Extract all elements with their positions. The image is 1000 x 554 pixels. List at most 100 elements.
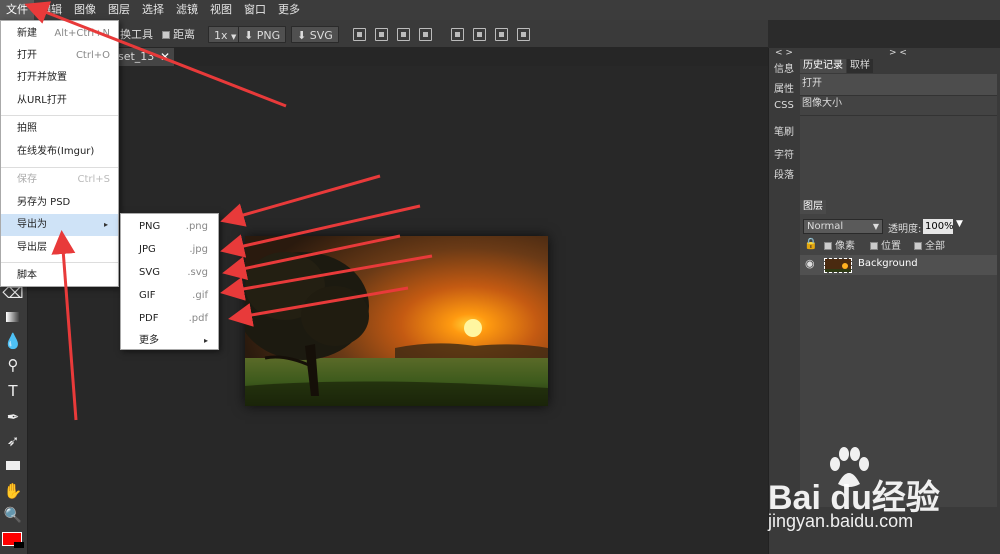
blur-icon[interactable]: 💧 (2, 330, 24, 352)
canvas-image[interactable] (245, 236, 548, 406)
menu-item-photo[interactable]: 拍照 (1, 118, 118, 140)
lock-pixels-toggle[interactable]: 像素 (824, 237, 855, 252)
lock-position-checkbox[interactable] (870, 242, 878, 250)
zoom-icon[interactable]: 🔍 (2, 504, 24, 526)
hand-icon[interactable]: ✋ (2, 480, 24, 502)
menu-item-publish-imgur[interactable]: 在线发布(Imgur) (1, 141, 118, 163)
menu-item-export-layers[interactable]: 导出层 (1, 237, 118, 259)
zoom-value: 1x (214, 29, 228, 42)
watermark-url: jingyan.baidu.com (768, 511, 914, 531)
lock-all-toggle[interactable]: 全部 (914, 237, 945, 252)
menu-filter[interactable]: 滤镜 (170, 0, 204, 20)
menu-view[interactable]: 视图 (204, 0, 238, 20)
distance-toggle[interactable]: 距离 (162, 26, 195, 43)
background-color-swatch[interactable] (14, 542, 24, 548)
menu-item-label: 导出层 (17, 242, 47, 253)
document-tab[interactable]: set_13 ✕ (118, 48, 174, 66)
align-left-icon[interactable] (353, 28, 366, 41)
tab-layers[interactable]: 图层 (800, 200, 826, 214)
align-top-icon[interactable] (451, 28, 464, 41)
menu-window[interactable]: 窗口 (238, 0, 272, 20)
menu-item-label: 打开并放置 (17, 72, 67, 83)
extension-label: .svg (187, 267, 208, 278)
distance-checkbox[interactable] (162, 31, 170, 39)
menu-item-label: 导出为 (17, 219, 47, 230)
history-list: 打开 图像大小 (800, 74, 997, 236)
menu-image[interactable]: 图像 (68, 0, 102, 20)
export-gif-item[interactable]: GIF .gif (121, 284, 218, 307)
file-menu-dropdown: 新建 Alt+Ctrl+N 打开 Ctrl+O 打开并放置 从URL打开 拍照 在线… (0, 20, 119, 287)
menu-divider (1, 167, 118, 168)
history-entry[interactable]: 图像大小 (800, 94, 997, 116)
opacity-input[interactable]: 100% (923, 219, 954, 234)
menu-edit[interactable]: 编辑 (34, 0, 68, 20)
close-icon[interactable]: ✕ (160, 48, 170, 66)
shortcut-label: Ctrl+O (75, 50, 110, 61)
menu-item-label: 拍照 (17, 123, 37, 134)
chevron-right-icon: ▸ (203, 336, 208, 345)
chevron-down-icon[interactable]: ▼ (956, 219, 963, 229)
menu-item-scripts[interactable]: 脚本 (1, 265, 118, 287)
menu-file[interactable]: 文件 (0, 0, 34, 20)
lock-position-label: 位置 (881, 241, 901, 252)
format-label: 更多 (139, 335, 159, 346)
extension-label: .pdf (188, 313, 208, 324)
align-right-icon[interactable] (397, 28, 410, 41)
lock-all-checkbox[interactable] (914, 242, 922, 250)
tab-history[interactable]: 历史记录 (800, 59, 846, 73)
align-middle-icon[interactable] (473, 28, 486, 41)
menu-item-label: 打开 (17, 50, 37, 61)
export-svg-button[interactable]: ⬇ SVG (291, 26, 339, 43)
menu-item-save[interactable]: 保存 Ctrl+S (1, 169, 118, 191)
menu-item-open[interactable]: 打开 Ctrl+O (1, 45, 118, 67)
menu-item-export-as[interactable]: 导出为 ▸ (1, 214, 118, 236)
collapse-toggle[interactable]: < > (769, 48, 799, 58)
tab-character[interactable]: 字符 (769, 146, 799, 161)
menu-select[interactable]: 选择 (136, 0, 170, 20)
collapse-toggle[interactable]: > < (889, 48, 907, 58)
blend-mode-value: Normal (807, 221, 844, 232)
rectangle-shape-icon[interactable] (2, 454, 24, 476)
dodge-icon[interactable]: ⚲ (2, 354, 24, 376)
export-more-item[interactable]: 更多 ▸ (121, 329, 218, 352)
align-bottom-icon[interactable] (495, 28, 508, 41)
extension-label: .jpg (189, 244, 208, 255)
lock-pixels-checkbox[interactable] (824, 242, 832, 250)
format-label: PDF (139, 313, 159, 324)
distribute-vertical-icon[interactable] (517, 28, 530, 41)
menu-item-label: 保存 (17, 174, 37, 185)
menu-item-label: 在线发布(Imgur) (17, 146, 95, 157)
export-png-button[interactable]: ⬇ PNG (238, 26, 287, 43)
tab-swatches[interactable]: 取样 (847, 59, 873, 73)
menu-item-open-place[interactable]: 打开并放置 (1, 67, 118, 89)
align-center-icon[interactable] (375, 28, 388, 41)
lock-position-toggle[interactable]: 位置 (870, 237, 901, 252)
tab-brush[interactable]: 笔刷 (769, 123, 799, 138)
chevron-down-icon: ▼ (872, 222, 879, 231)
export-png-item[interactable]: PNG .png (121, 215, 218, 238)
distribute-horizontal-icon[interactable] (419, 28, 432, 41)
chevron-right-icon: ▸ (103, 220, 108, 229)
export-svg-item[interactable]: SVG .svg (121, 261, 218, 284)
menu-layer[interactable]: 图层 (102, 0, 136, 20)
export-pdf-item[interactable]: PDF .pdf (121, 307, 218, 330)
tab-info[interactable]: 信息 (769, 60, 799, 75)
extension-label: .gif (192, 290, 208, 301)
history-entry[interactable]: 打开 (800, 74, 997, 96)
menu-more[interactable]: 更多 (272, 0, 306, 20)
text-tool-icon[interactable]: T (2, 380, 24, 402)
blend-mode-select[interactable]: Normal ▼ (803, 219, 883, 234)
menu-item-new[interactable]: 新建 Alt+Ctrl+N (1, 23, 118, 45)
layer-thumbnail (824, 258, 852, 273)
path-select-icon[interactable]: ➶ (2, 430, 24, 452)
layer-row[interactable]: ◉ Background (800, 255, 997, 275)
tab-properties[interactable]: 属性 (769, 80, 799, 95)
tab-paragraph[interactable]: 段落 (769, 166, 799, 181)
menu-item-save-psd[interactable]: 另存为 PSD (1, 192, 118, 214)
export-jpg-item[interactable]: JPG .jpg (121, 238, 218, 261)
pen-icon[interactable]: ✒ (2, 406, 24, 428)
gradient-icon[interactable] (2, 306, 24, 328)
tab-css[interactable]: CSS (769, 100, 799, 111)
menu-item-open-url[interactable]: 从URL打开 (1, 90, 118, 112)
eye-icon[interactable]: ◉ (805, 257, 815, 270)
